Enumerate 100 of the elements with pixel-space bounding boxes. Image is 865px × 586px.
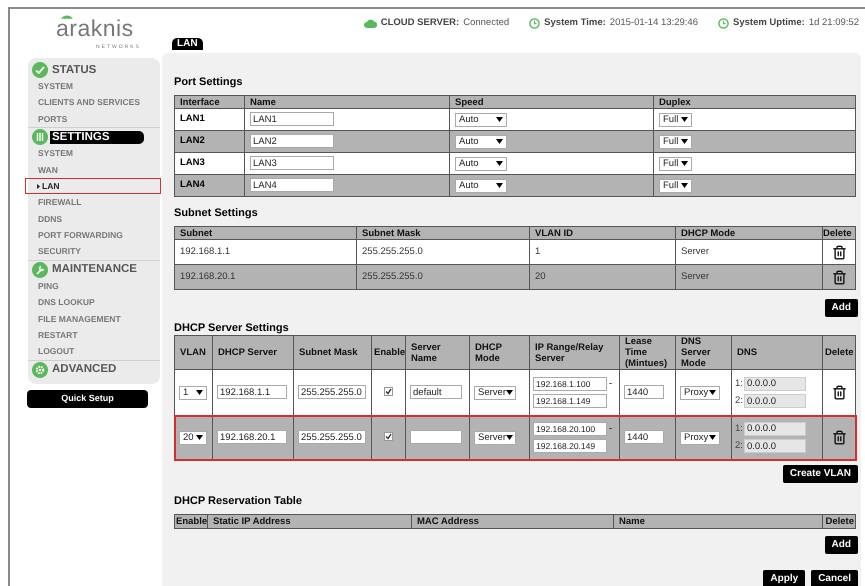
column-header: DNS (732, 336, 822, 370)
sidebar-item[interactable]: RESTART (28, 327, 160, 344)
table-cell-text: Server (681, 246, 709, 257)
sidebar-item[interactable]: LOGOUT (28, 343, 160, 360)
name-field[interactable]: LAN2 (250, 134, 334, 148)
range-start-field[interactable]: 192.168.1.100 (533, 377, 607, 391)
server-name-field[interactable]: default (410, 385, 462, 400)
dns-field[interactable]: 0.0.0.0 (744, 376, 806, 391)
sidebar-item[interactable]: PORT FORWARDING (28, 227, 160, 244)
dhcp-server-field[interactable]: 192.168.1.1 (217, 385, 287, 400)
quick-setup-button[interactable]: Quick Setup (27, 390, 148, 408)
sidebar-section-title[interactable]: MAINTENANCE (50, 263, 147, 276)
dhcp-mode-dropdown[interactable]: Server (474, 386, 516, 400)
name-field[interactable]: LAN3 (250, 156, 334, 170)
sidebar-section-title[interactable]: STATUS (50, 64, 106, 76)
caret-icon (709, 390, 716, 395)
sidebar-item[interactable]: LAN (25, 178, 161, 194)
column-header: Delete (822, 226, 856, 240)
lease-time-field[interactable]: 1440 (624, 430, 664, 444)
dhcp-mode-dropdown[interactable]: Server (474, 430, 516, 444)
caret-icon (196, 390, 203, 395)
add-button[interactable]: Add (824, 536, 858, 554)
column-header: IP Range/Relay Server (530, 336, 620, 370)
sidebar-section-title[interactable]: SETTINGS (50, 130, 144, 144)
dns-mode-dropdown[interactable]: Proxy (680, 386, 720, 400)
sidebar-item[interactable]: FIREWALL (28, 194, 160, 211)
speed-dropdown[interactable]: Auto (455, 112, 507, 126)
vlan-dropdown[interactable]: 20 (179, 430, 207, 444)
caret-icon (506, 390, 513, 395)
subnet-mask-field[interactable]: 255.255.255.0 (298, 385, 366, 400)
create-vlan-button[interactable]: Create VLAN (782, 465, 858, 483)
speed-dropdown[interactable]: Auto (455, 178, 507, 192)
column-header: DNS Server Mode (676, 336, 732, 370)
enable-checkbox[interactable] (384, 432, 393, 442)
column-header: VLAN ID (530, 226, 676, 240)
sidebar-section-title[interactable]: ADVANCED (50, 363, 126, 376)
column-header: Name (614, 514, 822, 528)
dns-field[interactable]: 0.0.0.0 (744, 394, 806, 408)
delete-icon[interactable] (832, 270, 846, 284)
status-label: System Time: (544, 16, 606, 30)
duplex-dropdown[interactable]: Full (659, 156, 692, 170)
range-start-field[interactable]: 192.168.20.100 (533, 422, 607, 436)
add-button[interactable]: Add (824, 299, 858, 317)
sidebar-item[interactable]: SECURITY (28, 244, 160, 260)
delete-icon[interactable] (832, 430, 846, 445)
column-header: MAC Address (412, 514, 614, 528)
column-header: Duplex (654, 96, 856, 108)
sidebar-item[interactable]: WAN (28, 162, 160, 178)
table-cell-text: 255.255.255.0 (362, 270, 423, 282)
subnet-mask-field[interactable]: 255.255.255.0 (298, 430, 366, 444)
range-end-field[interactable]: 192.168.1.149 (533, 394, 607, 408)
dns-mode-dropdown[interactable]: Proxy (680, 430, 720, 444)
sidebar-item[interactable]: PING (28, 278, 160, 294)
column-header: VLAN (174, 336, 212, 370)
delete-icon[interactable] (832, 385, 846, 400)
sidebar-item[interactable]: FILE MANAGEMENT (28, 310, 160, 328)
caret-icon (496, 117, 503, 122)
column-header: Speed (450, 96, 654, 108)
vlan-dropdown[interactable]: 1 (179, 386, 207, 400)
range-separator: - (609, 422, 612, 436)
cloud-icon (364, 18, 377, 28)
duplex-dropdown[interactable]: Full (659, 112, 692, 126)
interface-name: LAN2 (180, 135, 205, 146)
lease-time-field[interactable]: 1440 (624, 385, 664, 400)
sidebar-item[interactable]: SYSTEM (28, 145, 160, 162)
server-name-field[interactable] (410, 430, 462, 444)
sidebar-item[interactable]: SYSTEM (28, 78, 160, 94)
caret-icon (681, 183, 688, 188)
interface-name: LAN3 (180, 157, 205, 168)
duplex-dropdown[interactable]: Full (659, 178, 692, 192)
table-cell-text: Server (681, 270, 709, 282)
logo-text: araknis (56, 20, 134, 37)
sidebar-item[interactable]: DNS LOOKUP (28, 294, 160, 311)
status-label: CLOUD SERVER: (380, 16, 460, 30)
duplex-dropdown[interactable]: Full (659, 134, 692, 148)
enable-checkbox[interactable] (384, 387, 393, 396)
cancel-button[interactable]: Cancel (811, 570, 858, 586)
caret-icon (506, 435, 513, 440)
range-end-field[interactable]: 192.168.20.149 (533, 439, 607, 454)
sidebar-item[interactable]: CLIENTS AND SERVICES (28, 94, 160, 111)
dhcp-server-field[interactable]: 192.168.20.1 (217, 430, 287, 444)
name-field[interactable]: LAN1 (250, 112, 334, 126)
section-title: DHCP Reservation Table (174, 494, 303, 508)
column-header: Delete (822, 336, 856, 370)
dns-field[interactable]: 0.0.0.0 (744, 439, 806, 454)
caret-icon (709, 435, 716, 440)
dns-label: 1: (735, 376, 743, 391)
speed-dropdown[interactable]: Auto (455, 134, 507, 148)
speed-dropdown[interactable]: Auto (455, 156, 507, 170)
apply-button[interactable]: Apply (763, 570, 806, 586)
column-header: Name (244, 96, 450, 108)
sidebar-item[interactable]: DDNS (28, 210, 160, 228)
dns-field[interactable]: 0.0.0.0 (744, 422, 806, 436)
column-header: DHCP Mode (470, 336, 530, 370)
sidebar-item[interactable]: PORTS (28, 110, 160, 128)
name-field[interactable]: LAN4 (250, 178, 334, 192)
column-header: DHCP Server (212, 336, 294, 370)
caret-icon (681, 161, 688, 166)
delete-icon[interactable] (832, 244, 846, 260)
status-label: System Uptime: (733, 16, 805, 30)
